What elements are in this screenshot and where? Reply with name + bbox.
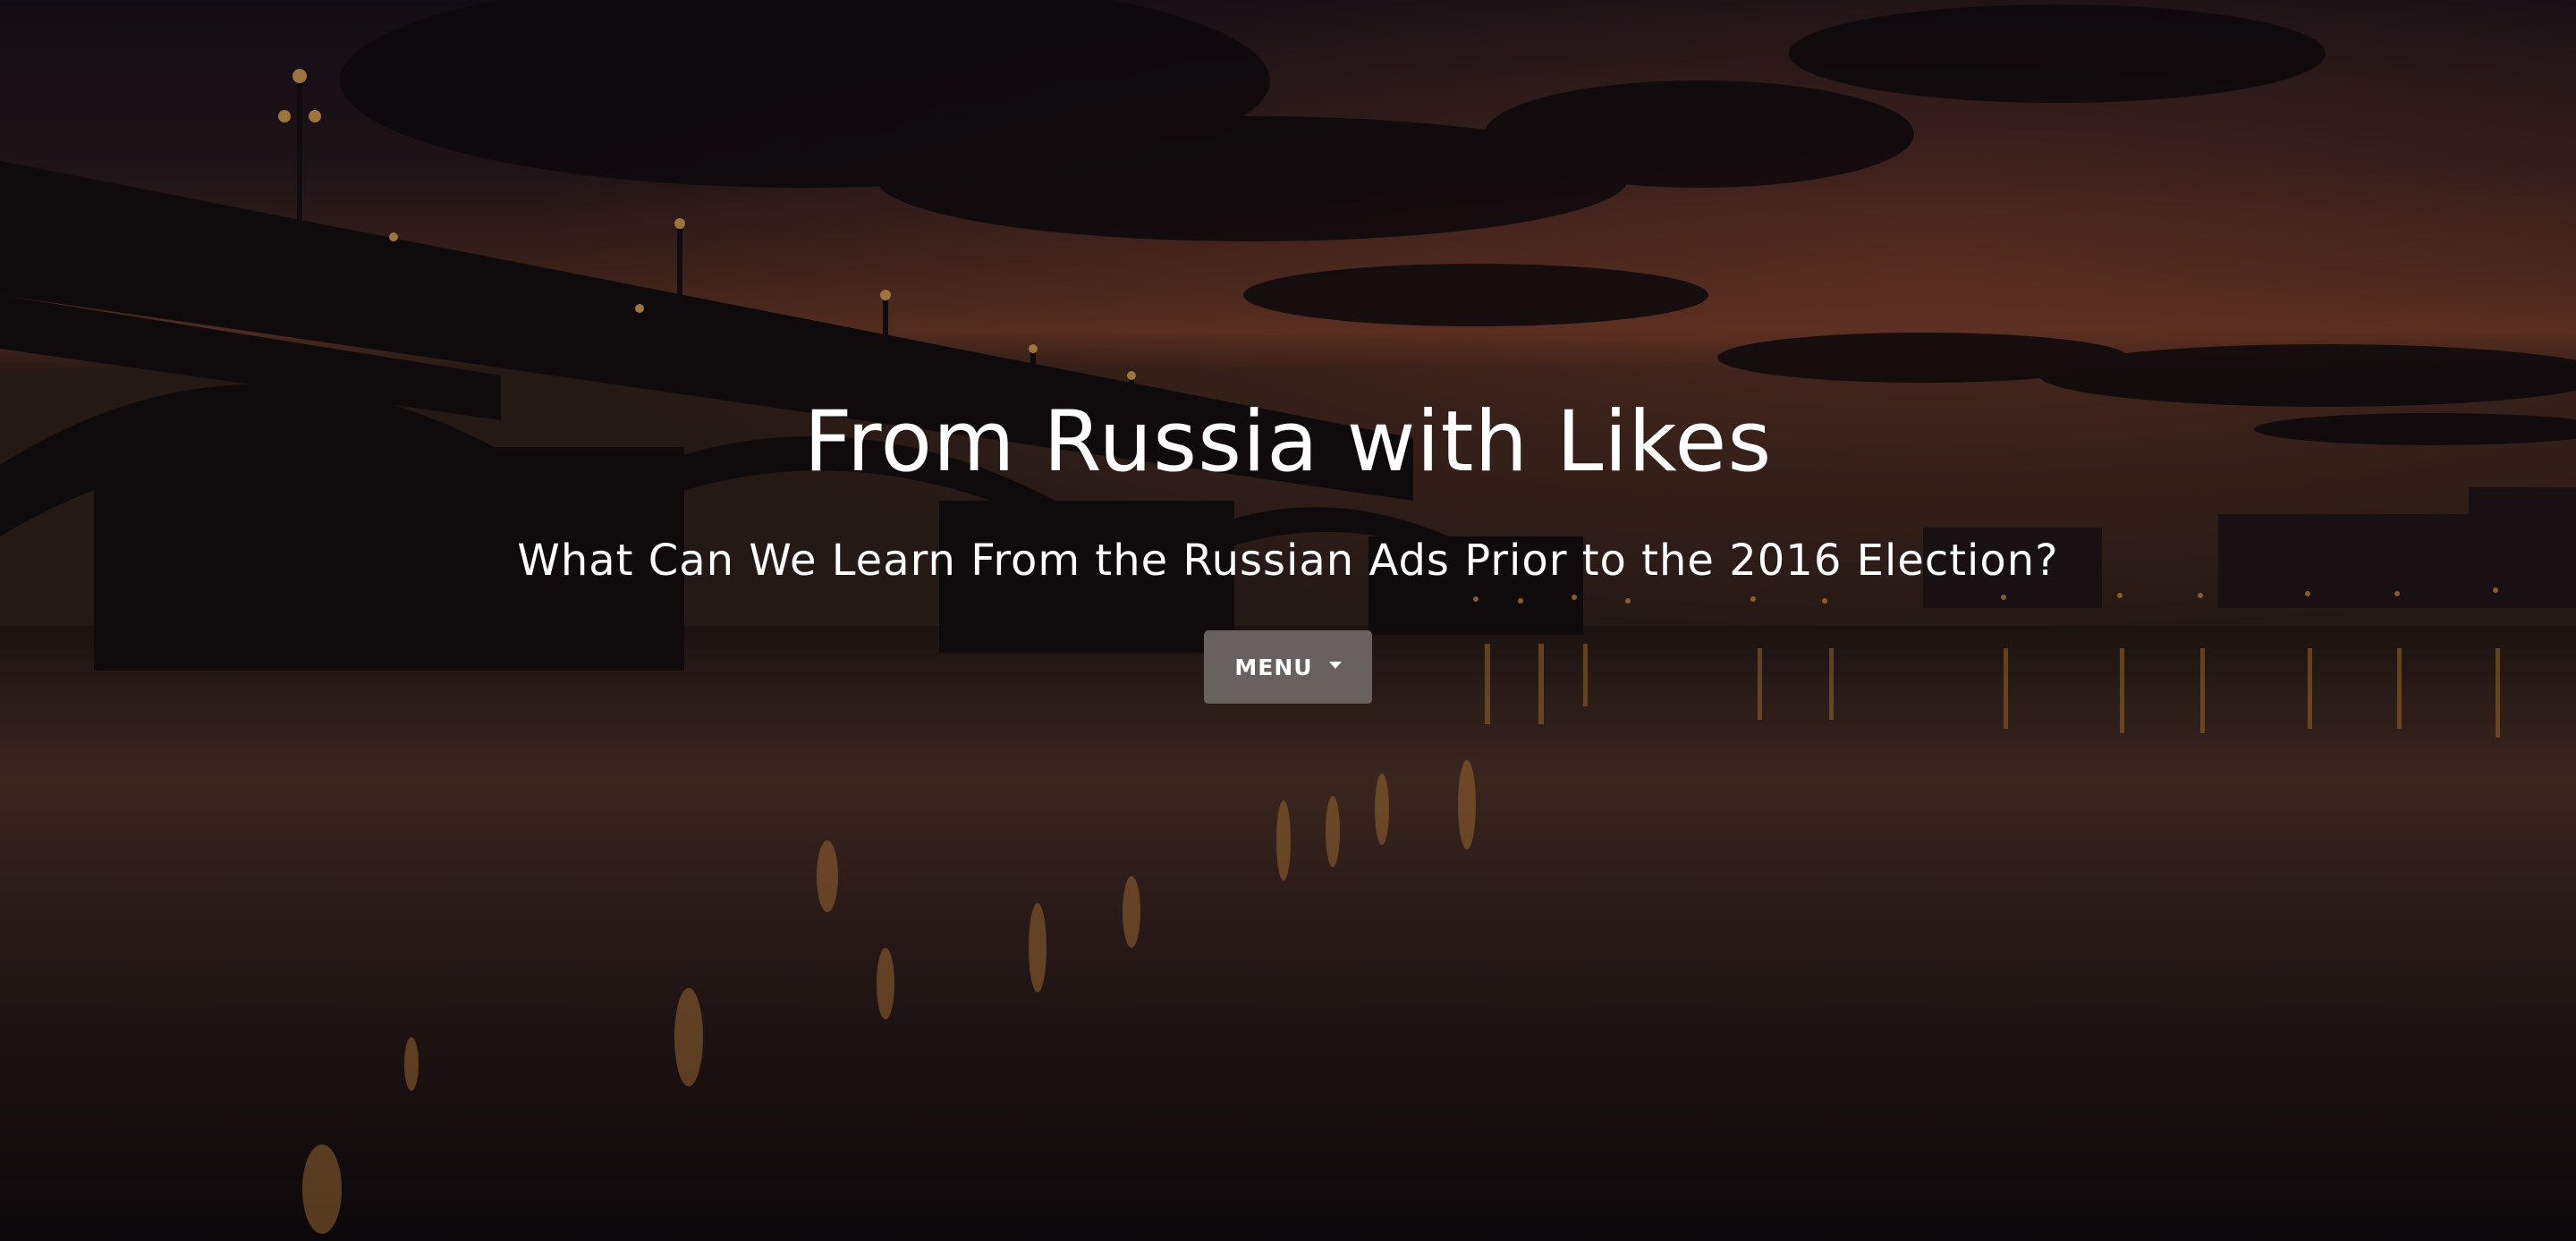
menu-button[interactable]: MENU <box>1204 630 1372 704</box>
hero-content: From Russia with Likes What Can We Learn… <box>0 0 2576 1241</box>
menu-label: MENU <box>1234 654 1313 680</box>
hero-section: From Russia with Likes What Can We Learn… <box>0 0 2576 1241</box>
caret-down-icon <box>1328 662 1342 669</box>
site-subtitle: What Can We Learn From the Russian Ads P… <box>517 536 2059 586</box>
site-title: From Russia with Likes <box>803 393 1773 491</box>
